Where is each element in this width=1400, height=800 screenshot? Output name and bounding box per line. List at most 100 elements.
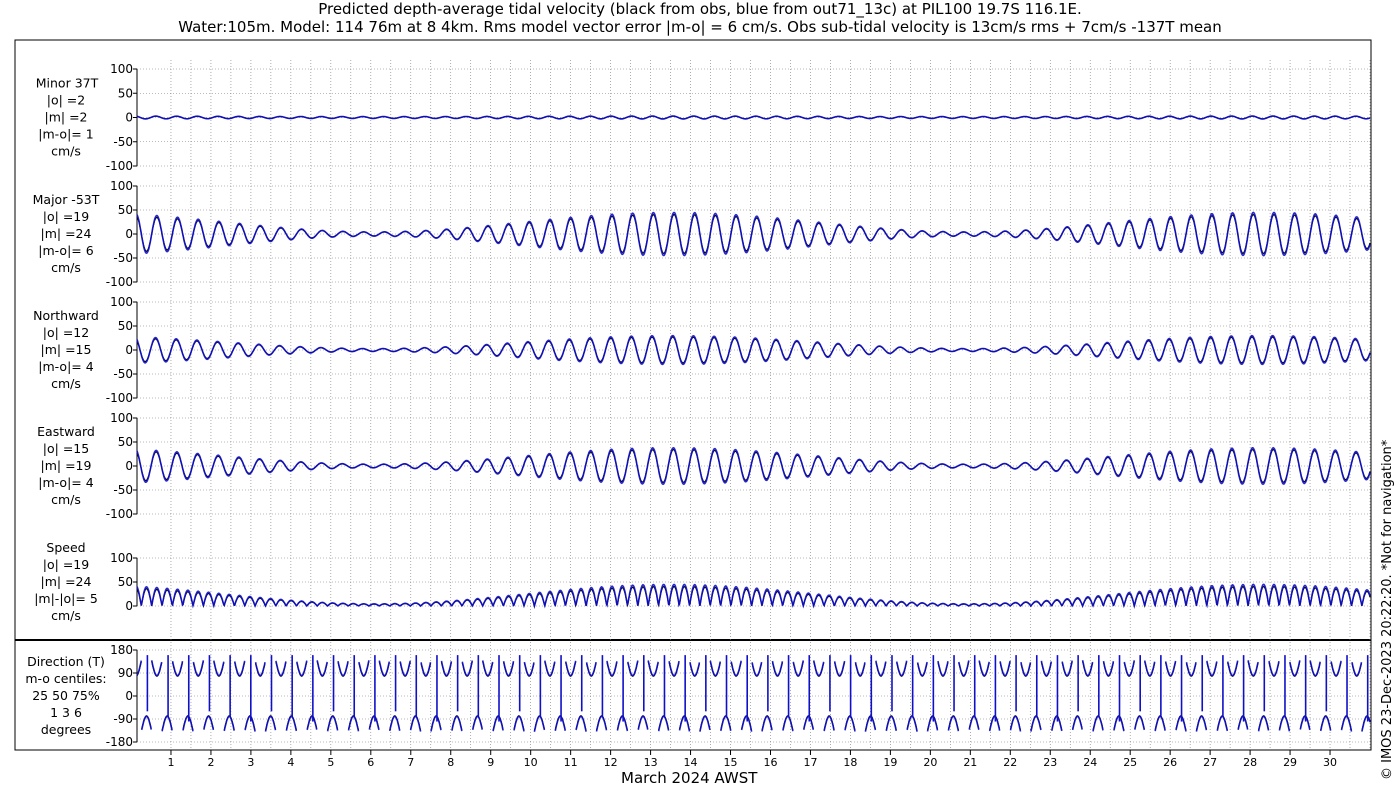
y-tick-label: 100 bbox=[110, 179, 133, 193]
y-tick-label: 100 bbox=[110, 551, 133, 565]
obs-series-line bbox=[136, 661, 1371, 731]
model-series-line bbox=[136, 115, 1371, 120]
panel-stat-label: |m-o|= 4 bbox=[38, 475, 93, 490]
panel-stat-label: |o| =2 bbox=[47, 93, 85, 108]
panel-stat-label: |o| =19 bbox=[43, 209, 89, 224]
panel-stat-label: Eastward bbox=[37, 424, 95, 439]
panel-stat-label: m-o centiles: bbox=[25, 671, 106, 686]
lower-frame bbox=[14, 639, 1372, 751]
y-tick-label: -100 bbox=[106, 275, 133, 289]
tidal-velocity-figure: 1 2 3 4 5 6 7 8 9 10 11 12 13 14 15 16 17 18 19 20 21 22 23 24 2… bbox=[14, 39, 1372, 769]
panel-stat-label: Major -53T bbox=[33, 192, 100, 207]
x-tick-label: 27 bbox=[1203, 756, 1217, 769]
panel-stat-label: Northward bbox=[33, 308, 99, 323]
y-tick-label: 0 bbox=[125, 599, 133, 613]
x-tick-label: 24 bbox=[1083, 756, 1097, 769]
x-tick-label: 15 bbox=[724, 756, 738, 769]
x-tick-label: 7 bbox=[407, 756, 414, 769]
model-series-line bbox=[136, 446, 1371, 486]
y-tick-label: 100 bbox=[110, 411, 133, 425]
x-tick-label: 3 bbox=[247, 756, 254, 769]
y-tick-label: 90 bbox=[118, 666, 133, 680]
y-tick-label: -50 bbox=[113, 135, 133, 149]
panel-stat-label: |m-o|= 1 bbox=[38, 127, 93, 142]
obs-series-line bbox=[136, 213, 1371, 255]
x-tick-label: 8 bbox=[447, 756, 454, 769]
panel-stat-label: |m| =2 bbox=[45, 110, 88, 125]
y-tick-label: -100 bbox=[106, 159, 133, 173]
panel-stat-label: |m| =24 bbox=[41, 574, 92, 589]
panel-stat-label: |o| =15 bbox=[43, 441, 89, 456]
y-tick-label: 100 bbox=[110, 62, 133, 76]
panel-stat-label: degrees bbox=[41, 722, 91, 737]
x-tick-label: 17 bbox=[803, 756, 817, 769]
panel-stat-label: |m|-|o|= 5 bbox=[34, 591, 98, 606]
y-tick-label: 50 bbox=[118, 435, 133, 449]
x-tick-label: 16 bbox=[763, 756, 777, 769]
x-tick-label: 21 bbox=[963, 756, 977, 769]
y-tick-label: -100 bbox=[106, 507, 133, 521]
y-tick-label: -90 bbox=[113, 712, 133, 726]
x-tick-label: 22 bbox=[1003, 756, 1017, 769]
panel-stat-label: cm/s bbox=[51, 260, 81, 275]
x-tick-label: 26 bbox=[1163, 756, 1177, 769]
x-tick-label: 9 bbox=[487, 756, 494, 769]
y-tick-label: -50 bbox=[113, 483, 133, 497]
chart-title-line-1: Predicted depth-average tidal velocity (… bbox=[318, 0, 1082, 18]
y-tick-label: 0 bbox=[125, 227, 133, 241]
y-tick-label: 180 bbox=[110, 643, 133, 657]
x-tick-label: 13 bbox=[644, 756, 658, 769]
panel-stat-label: cm/s bbox=[51, 144, 81, 159]
panel-stat-label: Direction (T) bbox=[27, 654, 105, 669]
y-tick-label: 100 bbox=[110, 295, 133, 309]
y-tick-label: 50 bbox=[118, 86, 133, 100]
y-tick-label: -50 bbox=[113, 367, 133, 381]
x-tick-label: 18 bbox=[843, 756, 857, 769]
x-tick-label: 25 bbox=[1123, 756, 1137, 769]
panel-stat-label: 25 50 75% bbox=[32, 688, 100, 703]
x-tick-label: 30 bbox=[1323, 756, 1337, 769]
y-tick-label: -180 bbox=[106, 735, 133, 749]
x-tick-label: 29 bbox=[1283, 756, 1297, 769]
chart-title-line-2: Water:105m. Model: 114 76m at 8 4km. Rms… bbox=[178, 18, 1222, 36]
panel-stat-label: |m| =19 bbox=[41, 458, 92, 473]
y-tick-label: -50 bbox=[113, 251, 133, 265]
y-tick-label: 50 bbox=[118, 203, 133, 217]
panel-stat-label: |m| =15 bbox=[41, 342, 92, 357]
model-series-line bbox=[136, 660, 1371, 732]
x-tick-label: 14 bbox=[684, 756, 698, 769]
model-series-line bbox=[136, 334, 1371, 366]
x-tick-label: 20 bbox=[923, 756, 937, 769]
x-tick-label: 11 bbox=[564, 756, 578, 769]
model-series-line bbox=[136, 211, 1371, 257]
panel-stat-label: |o| =19 bbox=[43, 557, 89, 572]
panel-stat-label: |o| =12 bbox=[43, 325, 89, 340]
y-tick-label: -100 bbox=[106, 391, 133, 405]
x-tick-label: 19 bbox=[883, 756, 897, 769]
panel-stat-label: cm/s bbox=[51, 492, 81, 507]
y-tick-label: 50 bbox=[118, 575, 133, 589]
x-axis-label: March 2024 AWST bbox=[621, 769, 758, 787]
panel-stat-label: cm/s bbox=[51, 608, 81, 623]
panel-stat-label: Speed bbox=[46, 540, 85, 555]
y-tick-label: 0 bbox=[125, 111, 133, 125]
panel-stat-label: |m-o|= 4 bbox=[38, 359, 93, 374]
x-tick-label: 10 bbox=[524, 756, 538, 769]
x-tick-label: 4 bbox=[287, 756, 294, 769]
y-tick-label: 50 bbox=[118, 319, 133, 333]
x-tick-label: 28 bbox=[1243, 756, 1257, 769]
copyright-notice: © IMOS 23-Dec-2023 20:22:20. *Not for na… bbox=[1380, 439, 1395, 780]
y-tick-label: 0 bbox=[125, 343, 133, 357]
x-tick-label: 6 bbox=[367, 756, 374, 769]
x-tick-label: 23 bbox=[1043, 756, 1057, 769]
axes-layer: 1 2 3 4 5 6 7 8 9 10 11 12 13 14 15 16 17 18 19 20 21 22 23 24 2… bbox=[14, 39, 1372, 769]
x-tick-label: 12 bbox=[604, 756, 618, 769]
panel-stat-label: |m-o|= 6 bbox=[38, 243, 93, 258]
panel-stat-label: 1 3 6 bbox=[50, 705, 82, 720]
panel-stat-label: cm/s bbox=[51, 376, 81, 391]
x-tick-label: 5 bbox=[327, 756, 334, 769]
y-tick-label: 0 bbox=[125, 689, 133, 703]
model-series-line bbox=[136, 583, 1371, 610]
x-tick-label: 1 bbox=[167, 756, 174, 769]
panel-stat-label: |m| =24 bbox=[41, 226, 92, 241]
